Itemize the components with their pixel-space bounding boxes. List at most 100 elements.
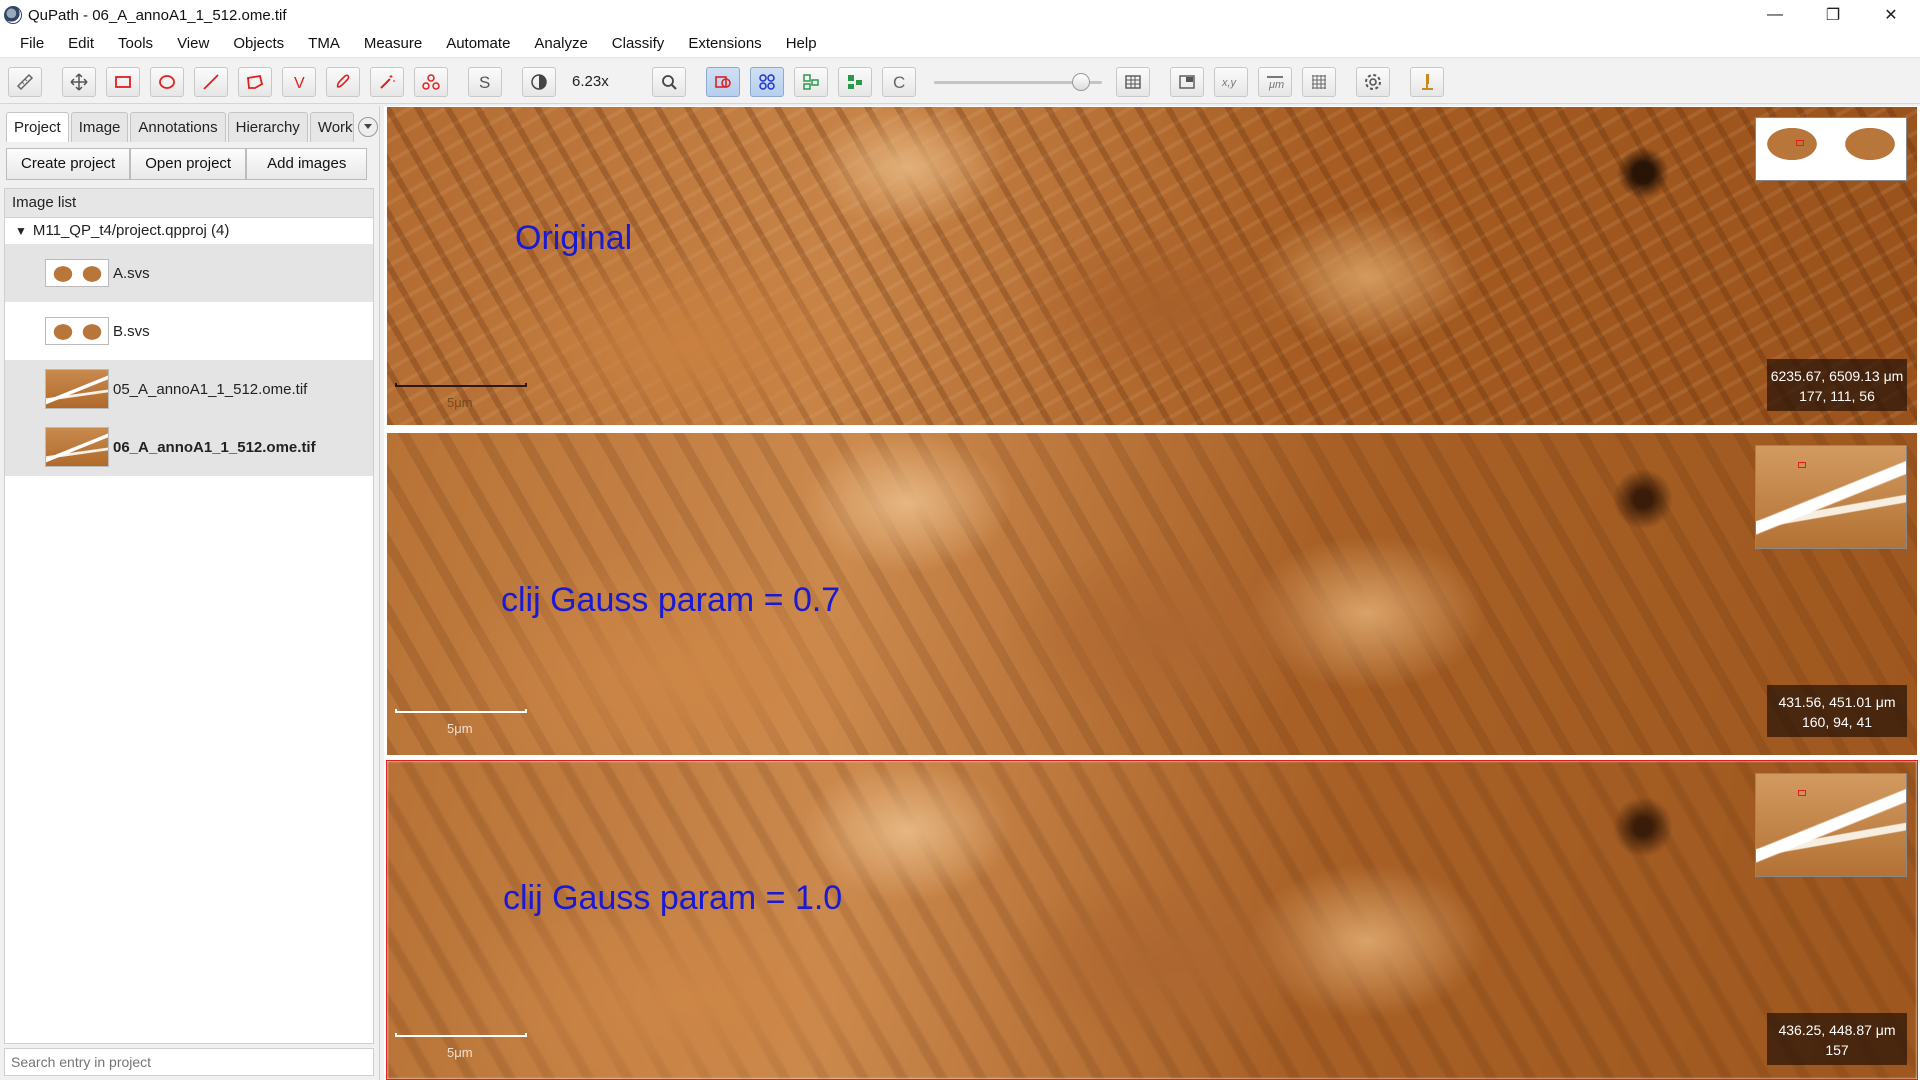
svg-text:x,y: x,y <box>1221 77 1238 89</box>
rectangle-tool-button[interactable] <box>106 66 140 97</box>
zoom-to-fit-button[interactable] <box>652 66 686 97</box>
menu-analyze[interactable]: Analyze <box>522 30 599 58</box>
menu-file[interactable]: File <box>8 30 56 58</box>
menu-extensions[interactable]: Extensions <box>676 30 773 58</box>
scalebar <box>395 1033 527 1037</box>
grid-icon <box>1312 74 1326 89</box>
pixel-values: 157 <box>1825 1042 1849 1058</box>
menu-automate[interactable]: Automate <box>434 30 522 58</box>
polyline-tool-button[interactable]: V <box>282 66 316 97</box>
scalebar-icon: μm <box>1267 75 1284 91</box>
ellipse-tool-button[interactable] <box>150 66 184 97</box>
scalebar <box>395 709 527 713</box>
show-detections-button[interactable] <box>794 66 828 97</box>
menu-help[interactable]: Help <box>774 30 829 58</box>
menu-view[interactable]: View <box>165 30 221 58</box>
list-item[interactable]: B.svs <box>5 302 373 360</box>
tab-hierarchy[interactable]: Hierarchy <box>227 112 308 142</box>
project-root-label: M11_QP_t4/project.qpproj (4) <box>32 222 230 239</box>
search-input[interactable] <box>4 1048 374 1076</box>
viewer-gauss-0-7[interactable]: clij Gauss param = 0.7 5μm 431.56, 451.0… <box>386 432 1918 756</box>
minimize-button[interactable]: — <box>1746 0 1804 30</box>
overview-thumbnail[interactable] <box>1755 445 1907 549</box>
contrast-icon <box>531 73 547 90</box>
pixel-values: 177, 111, 56 <box>1799 388 1875 404</box>
measurement-table-button[interactable] <box>1116 66 1150 97</box>
tab-project[interactable]: Project <box>6 112 69 142</box>
show-overview-button[interactable] <box>1170 66 1204 97</box>
title-bar: QuPath - 06_A_annoA1_1_512.ome.tif — ❐ ✕ <box>0 0 1920 30</box>
image-list[interactable]: ▼ M11_QP_t4/project.qpproj (4) A.svs B.s… <box>4 218 374 1044</box>
menu-measure[interactable]: Measure <box>352 30 434 58</box>
fill-detections-button[interactable] <box>838 66 872 97</box>
chevron-down-icon <box>363 124 372 129</box>
entry-label: B.svs <box>113 322 150 340</box>
add-images-button[interactable]: Add images <box>246 148 368 180</box>
menu-tools[interactable]: Tools <box>106 30 165 58</box>
svg-text:V: V <box>294 75 305 92</box>
ellipse-icon <box>159 74 175 89</box>
image-thumbnail <box>45 259 109 287</box>
brightness-contrast-button[interactable] <box>522 66 556 97</box>
create-project-button[interactable]: Create project <box>6 148 131 180</box>
close-button[interactable]: ✕ <box>1862 0 1920 30</box>
preferences-button[interactable] <box>1356 66 1390 97</box>
menu-edit[interactable]: Edit <box>56 30 106 58</box>
move-icon <box>70 72 88 91</box>
overview-thumbnail[interactable] <box>1755 117 1907 181</box>
project-root-node[interactable]: ▼ M11_QP_t4/project.qpproj (4) <box>5 218 373 244</box>
menu-bar: File Edit Tools View Objects TMA Measure… <box>0 30 1920 58</box>
show-annotations-button[interactable] <box>706 66 740 97</box>
show-grid-button[interactable] <box>1302 66 1336 97</box>
wand-tool-button[interactable] <box>370 66 404 97</box>
tab-workflow[interactable]: Workf <box>309 112 354 142</box>
viewer-label: clij Gauss param = 0.7 <box>501 581 841 619</box>
overview-viewport-box <box>1798 790 1806 796</box>
expand-arrow-icon[interactable]: ▼ <box>15 218 27 244</box>
list-item-current[interactable]: 06_A_annoA1_1_512.ome.tif <box>5 418 373 476</box>
log-button[interactable] <box>1410 66 1444 97</box>
menu-tma[interactable]: TMA <box>296 30 352 58</box>
points-tool-button[interactable] <box>414 66 448 97</box>
show-scalebar-button[interactable]: μm <box>1258 66 1292 97</box>
wand-icon <box>380 74 395 89</box>
menu-objects[interactable]: Objects <box>221 30 296 58</box>
show-pixel-classification-button[interactable]: C <box>882 66 916 97</box>
tabs-overflow-dropdown[interactable] <box>357 117 378 137</box>
menu-classify[interactable]: Classify <box>600 30 677 58</box>
measurement-ruler-button[interactable] <box>8 66 42 97</box>
list-item[interactable]: A.svs <box>5 244 373 302</box>
move-tool-button[interactable] <box>62 66 96 97</box>
zoom-level: 6.23x <box>572 73 609 90</box>
brush-tool-button[interactable] <box>326 66 360 97</box>
svg-text:μm: μm <box>1268 79 1284 91</box>
viewer-gauss-1-0[interactable]: clij Gauss param = 1.0 5μm 436.25, 448.8… <box>386 760 1918 1080</box>
show-cursor-location-button[interactable]: x,y <box>1214 66 1248 97</box>
scalebar-text: 5μm <box>447 395 473 410</box>
points-icon <box>422 73 440 90</box>
list-item[interactable]: 05_A_annoA1_1_512.ome.tif <box>5 360 373 418</box>
overview-icon <box>1179 74 1195 89</box>
cursor-coordinates: 431.56, 451.01 μm <box>1778 694 1896 710</box>
maximize-button[interactable]: ❐ <box>1804 0 1862 30</box>
show-tma-grid-button[interactable] <box>750 66 784 97</box>
image-canvas[interactable] <box>387 107 1917 425</box>
rectangle-icon <box>115 75 131 88</box>
selection-mode-button[interactable]: S <box>468 66 502 97</box>
viewer-grid: Original 5μm 6235.67, 6509.13 μm 177, 11… <box>384 106 1920 1080</box>
tab-annotations[interactable]: Annotations <box>130 112 226 142</box>
line-tool-button[interactable] <box>194 66 228 97</box>
viewer-original[interactable]: Original 5μm 6235.67, 6509.13 μm 177, 11… <box>386 106 1918 426</box>
project-buttons: Create project Open project Add images <box>6 148 368 180</box>
tab-image[interactable]: Image <box>70 112 129 142</box>
ruler-icon <box>16 73 34 90</box>
overview-thumbnail[interactable] <box>1755 773 1907 877</box>
opacity-slider[interactable] <box>934 67 1102 97</box>
svg-text:C: C <box>893 73 905 92</box>
polygon-tool-button[interactable] <box>238 66 272 97</box>
polygon-icon <box>247 74 264 89</box>
image-canvas[interactable] <box>387 761 1917 1079</box>
open-project-button[interactable]: Open project <box>130 148 247 180</box>
microscope-icon <box>1422 73 1433 90</box>
opacity-slider-thumb[interactable] <box>1072 72 1090 91</box>
